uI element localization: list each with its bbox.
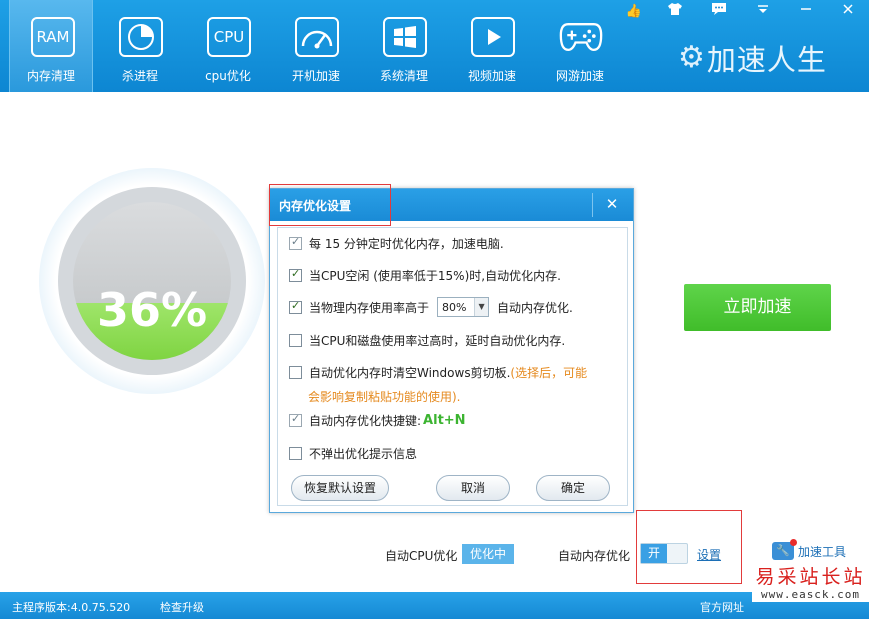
ok-button[interactable]: 确定 (536, 475, 610, 501)
option-hotkey[interactable]: 自动内存优化快捷键: Alt+N (289, 411, 466, 429)
close-icon[interactable] (835, 2, 861, 22)
option-clear-clipboard[interactable]: 自动优化内存时清空Windows剪切板. (选择后，可能 (289, 363, 587, 381)
memory-usage-percent: 36% (96, 283, 208, 337)
select-value: 80% (442, 300, 467, 314)
watermark: 易采站长站 www.easck.com (752, 566, 869, 602)
option-label: 当CPU空闲 (使用率低于15%)时,自动优化内存. (309, 268, 561, 283)
thumbs-up-icon[interactable]: 👍 (621, 2, 647, 22)
dialog-close-icon[interactable]: ✕ (600, 192, 624, 216)
speed-tools-button[interactable]: 🔧 加速工具 (772, 539, 847, 562)
gamepad-icon (559, 17, 603, 57)
checkbox[interactable] (289, 299, 302, 314)
watermark-url: www.easck.com (752, 588, 869, 602)
option-label: 自动内存优化快捷键: (309, 413, 422, 428)
message-icon[interactable] (706, 2, 732, 22)
memory-optimize-settings-dialog: 内存优化设置 ✕ 每 15 分钟定时优化内存，加速电脑. 当CPU空闲 (使用率… (269, 188, 634, 513)
tool-label: 杀进程 (121, 69, 158, 83)
dialog-body: 每 15 分钟定时优化内存，加速电脑. 当CPU空闲 (使用率低于15%)时,自… (277, 227, 628, 506)
speedometer-icon (295, 17, 339, 57)
option-no-popup[interactable]: 不弹出优化提示信息 (289, 444, 417, 462)
checkbox[interactable] (289, 446, 302, 460)
tool-label: 网游加速 (555, 69, 604, 83)
version-text: 主程序版本:4.0.75.520 (12, 601, 131, 614)
tool-system-clean[interactable]: 系统清理 (362, 0, 446, 92)
checkbox[interactable] (289, 412, 302, 427)
official-site-link[interactable]: 官方网址 (700, 599, 744, 615)
hotkey-text: Alt+N (423, 412, 466, 428)
checkbox[interactable] (289, 267, 302, 282)
option-label: 当CPU和磁盘使用率过高时，延时自动优化内存. (309, 333, 566, 348)
checkbox[interactable] (289, 365, 302, 379)
gear-icon: ⚙ (678, 40, 705, 75)
check-update-link[interactable]: 检查升级 (160, 599, 204, 615)
option-label: 当物理内存使用率高于 (309, 300, 430, 315)
annotation-highlight-box (269, 184, 391, 226)
auto-cpu-status-button[interactable]: 优化中 (462, 544, 514, 564)
memory-threshold-select[interactable]: 80% ▼ (437, 297, 490, 317)
tool-boot-speedup[interactable]: 开机加速 (274, 0, 358, 92)
watermark-title: 易采站长站 (755, 566, 866, 588)
tool-game-speedup[interactable]: 网游加速 (538, 0, 622, 92)
option-delay-when-busy[interactable]: 当CPU和磁盘使用率过高时，延时自动优化内存. (289, 331, 565, 349)
tool-label: 系统清理 (379, 69, 428, 83)
cpu-icon: CPU (207, 17, 251, 57)
notification-dot (790, 539, 797, 546)
option-timed-optimize[interactable]: 每 15 分钟定时优化内存，加速电脑. (289, 234, 504, 252)
tool-label: 视频加速 (467, 69, 516, 83)
option-warning: (选择后，可能 (510, 365, 588, 380)
windows-logo-icon (383, 17, 427, 57)
tshirt-skin-icon[interactable] (662, 2, 688, 22)
ram-icon: RAM (31, 17, 75, 57)
auto-cpu-label: 自动CPU优化 (385, 549, 458, 563)
brand-logo: ⚙ 加速人生 (678, 40, 848, 78)
status-bar: 主程序版本:4.0.75.520 检查升级 官方网址 (0, 592, 869, 619)
checkbox[interactable] (289, 235, 302, 250)
option-memory-threshold[interactable]: 当物理内存使用率高于 80% ▼ 自动内存优化. (289, 297, 573, 317)
speed-tools-label: 加速工具 (798, 544, 847, 559)
chevron-down-icon[interactable]: ▼ (474, 298, 489, 316)
tool-kill-process[interactable]: 杀进程 (98, 0, 182, 92)
cancel-button[interactable]: 取消 (436, 475, 510, 501)
option-label: 每 15 分钟定时优化内存，加速电脑. (309, 236, 504, 251)
title-separator (592, 193, 593, 217)
option-cpu-idle-optimize[interactable]: 当CPU空闲 (使用率低于15%)时,自动优化内存. (289, 266, 561, 284)
menu-dropdown-icon[interactable] (750, 2, 776, 22)
tool-label: cpu优化 (205, 69, 251, 83)
option-label: 自动优化内存时清空Windows剪切板. (309, 365, 511, 380)
tool-video-speedup[interactable]: 视频加速 (450, 0, 534, 92)
tool-memory-clean[interactable]: RAM 内存清理 (9, 0, 93, 92)
option-label-suffix: 自动内存优化. (497, 300, 573, 315)
option-warning-continued: 会影响复制粘贴功能的使用). (308, 389, 461, 404)
option-label: 不弹出优化提示信息 (309, 446, 418, 461)
play-icon (471, 17, 515, 57)
toolbox-icon: 🔧 (772, 539, 797, 560)
tool-label: 内存清理 (26, 69, 75, 83)
tool-cpu-optimize[interactable]: CPU cpu优化 (186, 0, 270, 92)
auto-memory-label: 自动内存优化 (558, 549, 631, 563)
pie-chart-icon (119, 17, 163, 57)
annotation-highlight-box (636, 510, 742, 584)
checkbox[interactable] (289, 333, 302, 347)
restore-defaults-button[interactable]: 恢复默认设置 (291, 475, 389, 501)
speed-up-now-button[interactable]: 立即加速 (684, 284, 831, 331)
toolbar: RAM 内存清理 杀进程 CPU cpu优化 开机加速 系统清理 视频加速 网游… (0, 0, 869, 92)
tool-label: 开机加速 (291, 69, 340, 83)
brand-name: 加速人生 (706, 43, 827, 77)
minimize-icon[interactable] (793, 2, 819, 22)
